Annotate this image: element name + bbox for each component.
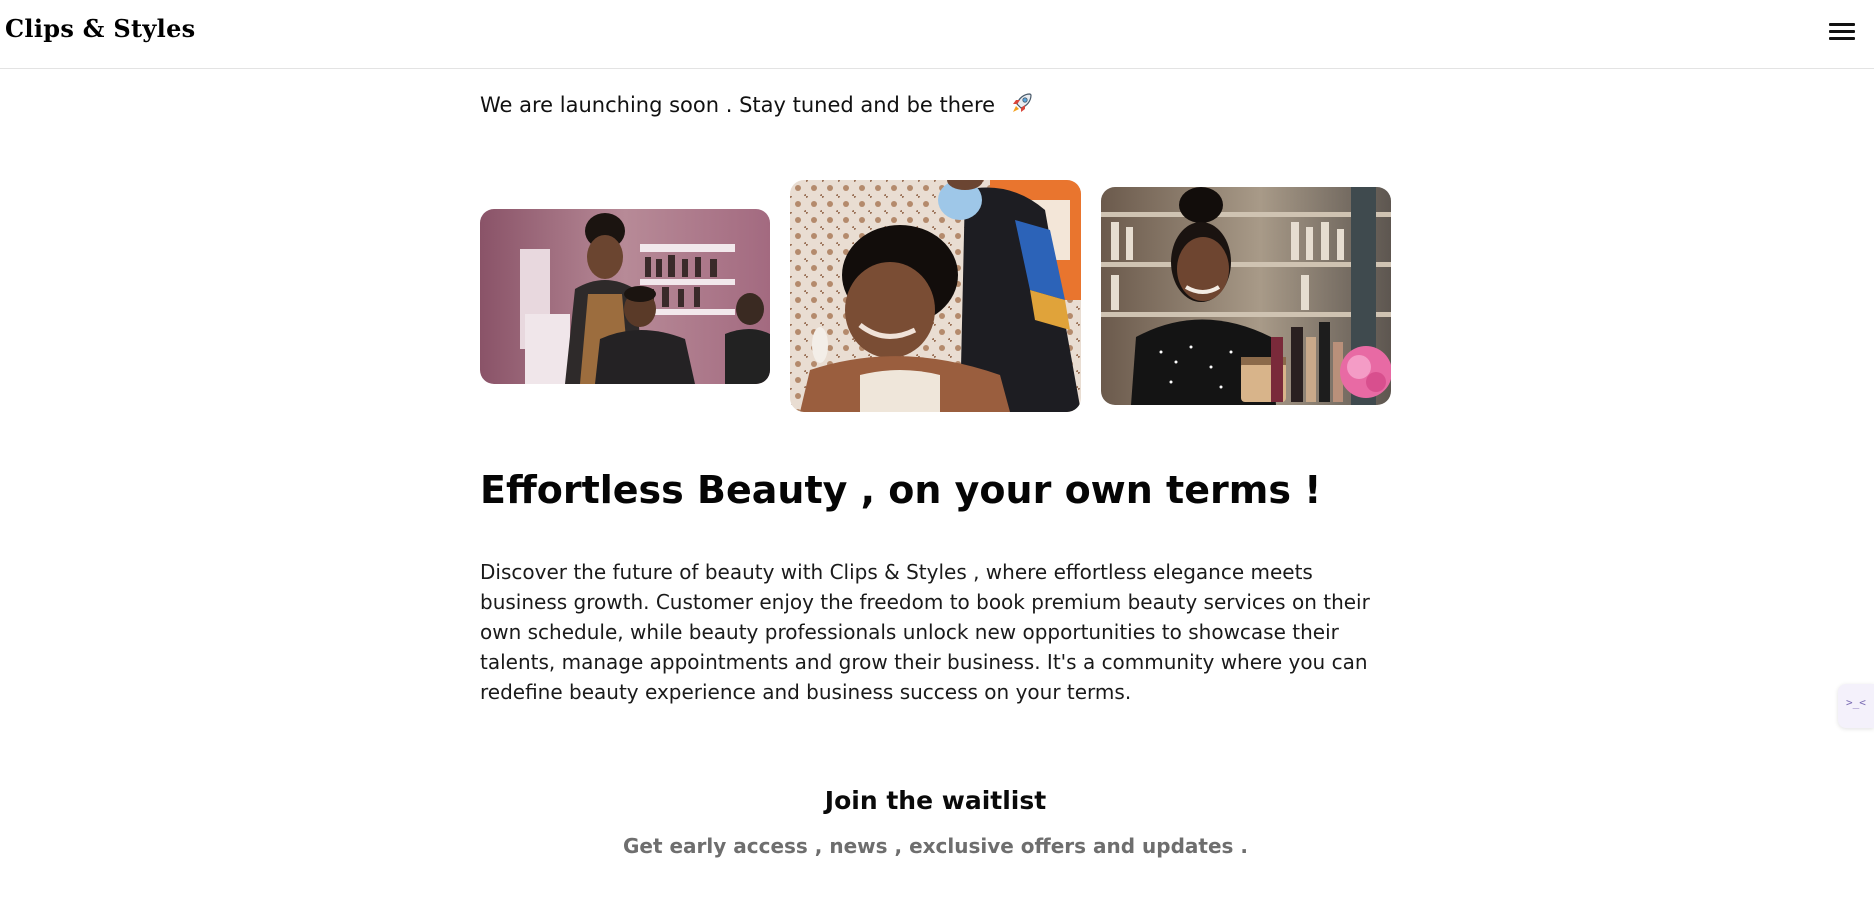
client-getting-hair-styled-photo <box>790 180 1081 412</box>
hamburger-menu-icon[interactable] <box>1827 19 1857 43</box>
menu-line <box>1829 30 1855 33</box>
launch-announcement: We are launching soon . Stay tuned and b… <box>480 91 1034 120</box>
brand-logo[interactable]: Clips & Styles <box>5 14 195 43</box>
launch-text: We are launching soon . Stay tuned and b… <box>480 93 996 117</box>
hero-description: Discover the future of beauty with Clips… <box>480 560 1370 704</box>
rocket-icon <box>1010 91 1034 120</box>
waitlist-title: Join the waitlist <box>824 786 1047 815</box>
hero-headline: Effortless Beauty , on your own terms ! <box>480 468 1322 512</box>
menu-line <box>1829 37 1855 40</box>
top-navbar: Clips & Styles <box>0 0 1874 69</box>
beauty-products-stylist-photo <box>1101 187 1391 405</box>
collapse-arrows-icon: >_< <box>1846 696 1866 709</box>
waitlist-subtitle: Get early access , news , exclusive offe… <box>622 834 1249 858</box>
salon-stylist-with-client-photo <box>480 209 770 384</box>
side-floating-widget[interactable]: >_< <box>1838 684 1874 728</box>
menu-line <box>1829 23 1855 26</box>
